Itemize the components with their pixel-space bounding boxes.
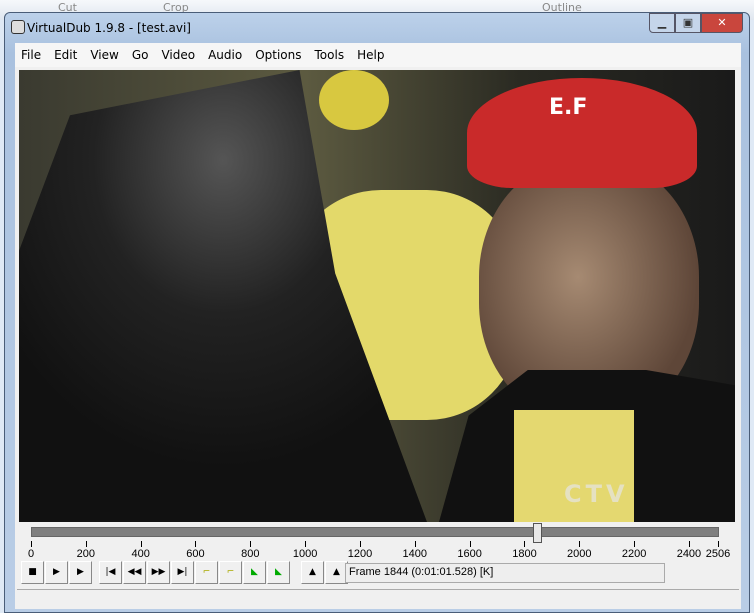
timeline-tick — [31, 541, 32, 547]
timeline-tick — [718, 541, 719, 547]
cap-text: E.F — [549, 95, 588, 120]
virtualdub-window: VirtualDub 1.9.8 - [test.avi] ▁ ▣ ✕ File… — [4, 12, 750, 613]
video-pane: E.F CTV — [19, 70, 735, 522]
timeline-tick-label: 2200 — [621, 548, 647, 560]
window-title: VirtualDub 1.9.8 - [test.avi] — [27, 21, 191, 35]
prev-key-button[interactable]: ◀◀ — [123, 561, 146, 584]
play-output-button[interactable]: ▶ — [69, 561, 92, 584]
timeline-tick-label: 400 — [131, 548, 150, 560]
client-area: E.F CTV 0 200 400 600 800 1000 1200 1400 1600 180… — [15, 67, 741, 609]
timeline-tick-label: 2400 — [676, 548, 702, 560]
timeline-slider[interactable] — [31, 523, 719, 543]
timeline-tick — [305, 541, 307, 547]
frame-info: Frame 1844 (0:01:01.528) [K] — [345, 563, 665, 583]
close-button[interactable]: ✕ — [701, 13, 743, 33]
status-bar — [17, 589, 739, 609]
timeline-tick — [579, 541, 581, 547]
timeline-tick — [250, 541, 252, 547]
menu-video[interactable]: Video — [161, 48, 195, 62]
timeline-tick-label: 200 — [76, 548, 96, 560]
timeline-tick — [524, 541, 526, 547]
minimize-button[interactable]: ▁ — [649, 13, 675, 33]
menu-help[interactable]: Help — [357, 48, 384, 62]
timeline-tick-label: 0 — [27, 548, 35, 560]
timeline-tick — [85, 541, 87, 547]
menu-view[interactable]: View — [90, 48, 118, 62]
timeline-tick-label: 1600 — [457, 548, 482, 560]
menu-edit[interactable]: Edit — [54, 48, 77, 62]
next-scene-button[interactable]: ◣ — [267, 561, 290, 584]
next-key-button[interactable]: ▶▶ — [147, 561, 170, 584]
start-button[interactable]: |◀ — [99, 561, 122, 584]
menu-file[interactable]: File — [21, 48, 41, 62]
timeline-tick — [414, 541, 416, 547]
timeline-tick — [359, 541, 361, 547]
timeline-tick-label: 1800 — [512, 548, 537, 560]
menu-tools[interactable]: Tools — [315, 48, 345, 62]
stop-button[interactable]: ■ — [21, 561, 44, 584]
maximize-button[interactable]: ▣ — [675, 13, 701, 33]
menu-bar: File Edit View Go Video Audio Options To… — [15, 43, 741, 67]
timeline-tick — [140, 541, 142, 547]
play-input-button[interactable]: ▶ — [45, 561, 68, 584]
timeline-thumb[interactable] — [532, 523, 542, 543]
timeline-tick-label: 800 — [241, 548, 260, 560]
prev-keyframe-button[interactable]: ⌐ — [195, 561, 218, 584]
timeline-tick — [469, 541, 471, 547]
timeline-tick — [195, 541, 197, 547]
menu-go[interactable]: Go — [132, 48, 149, 62]
menu-options[interactable]: Options — [255, 48, 301, 62]
app-icon[interactable] — [11, 20, 25, 34]
next-keyframe-button[interactable]: ⌐ — [219, 561, 242, 584]
timeline-tick-label: 1000 — [292, 548, 318, 560]
timeline-tick — [634, 541, 636, 547]
mark-in-button[interactable]: ▲ — [301, 561, 324, 584]
timeline-tick-label: 2506 — [705, 548, 731, 560]
ctv-watermark: CTV — [564, 480, 629, 508]
timeline-tick — [688, 541, 690, 547]
timeline-tick-label: 2000 — [567, 548, 592, 560]
timeline-tick-label: 600 — [186, 548, 205, 560]
timeline-tick-label: 1400 — [402, 548, 428, 560]
prev-scene-button[interactable]: ◣ — [243, 561, 266, 584]
timeline-tick-label: 1200 — [347, 548, 373, 560]
end-button[interactable]: ▶| — [171, 561, 194, 584]
menu-audio[interactable]: Audio — [208, 48, 242, 62]
